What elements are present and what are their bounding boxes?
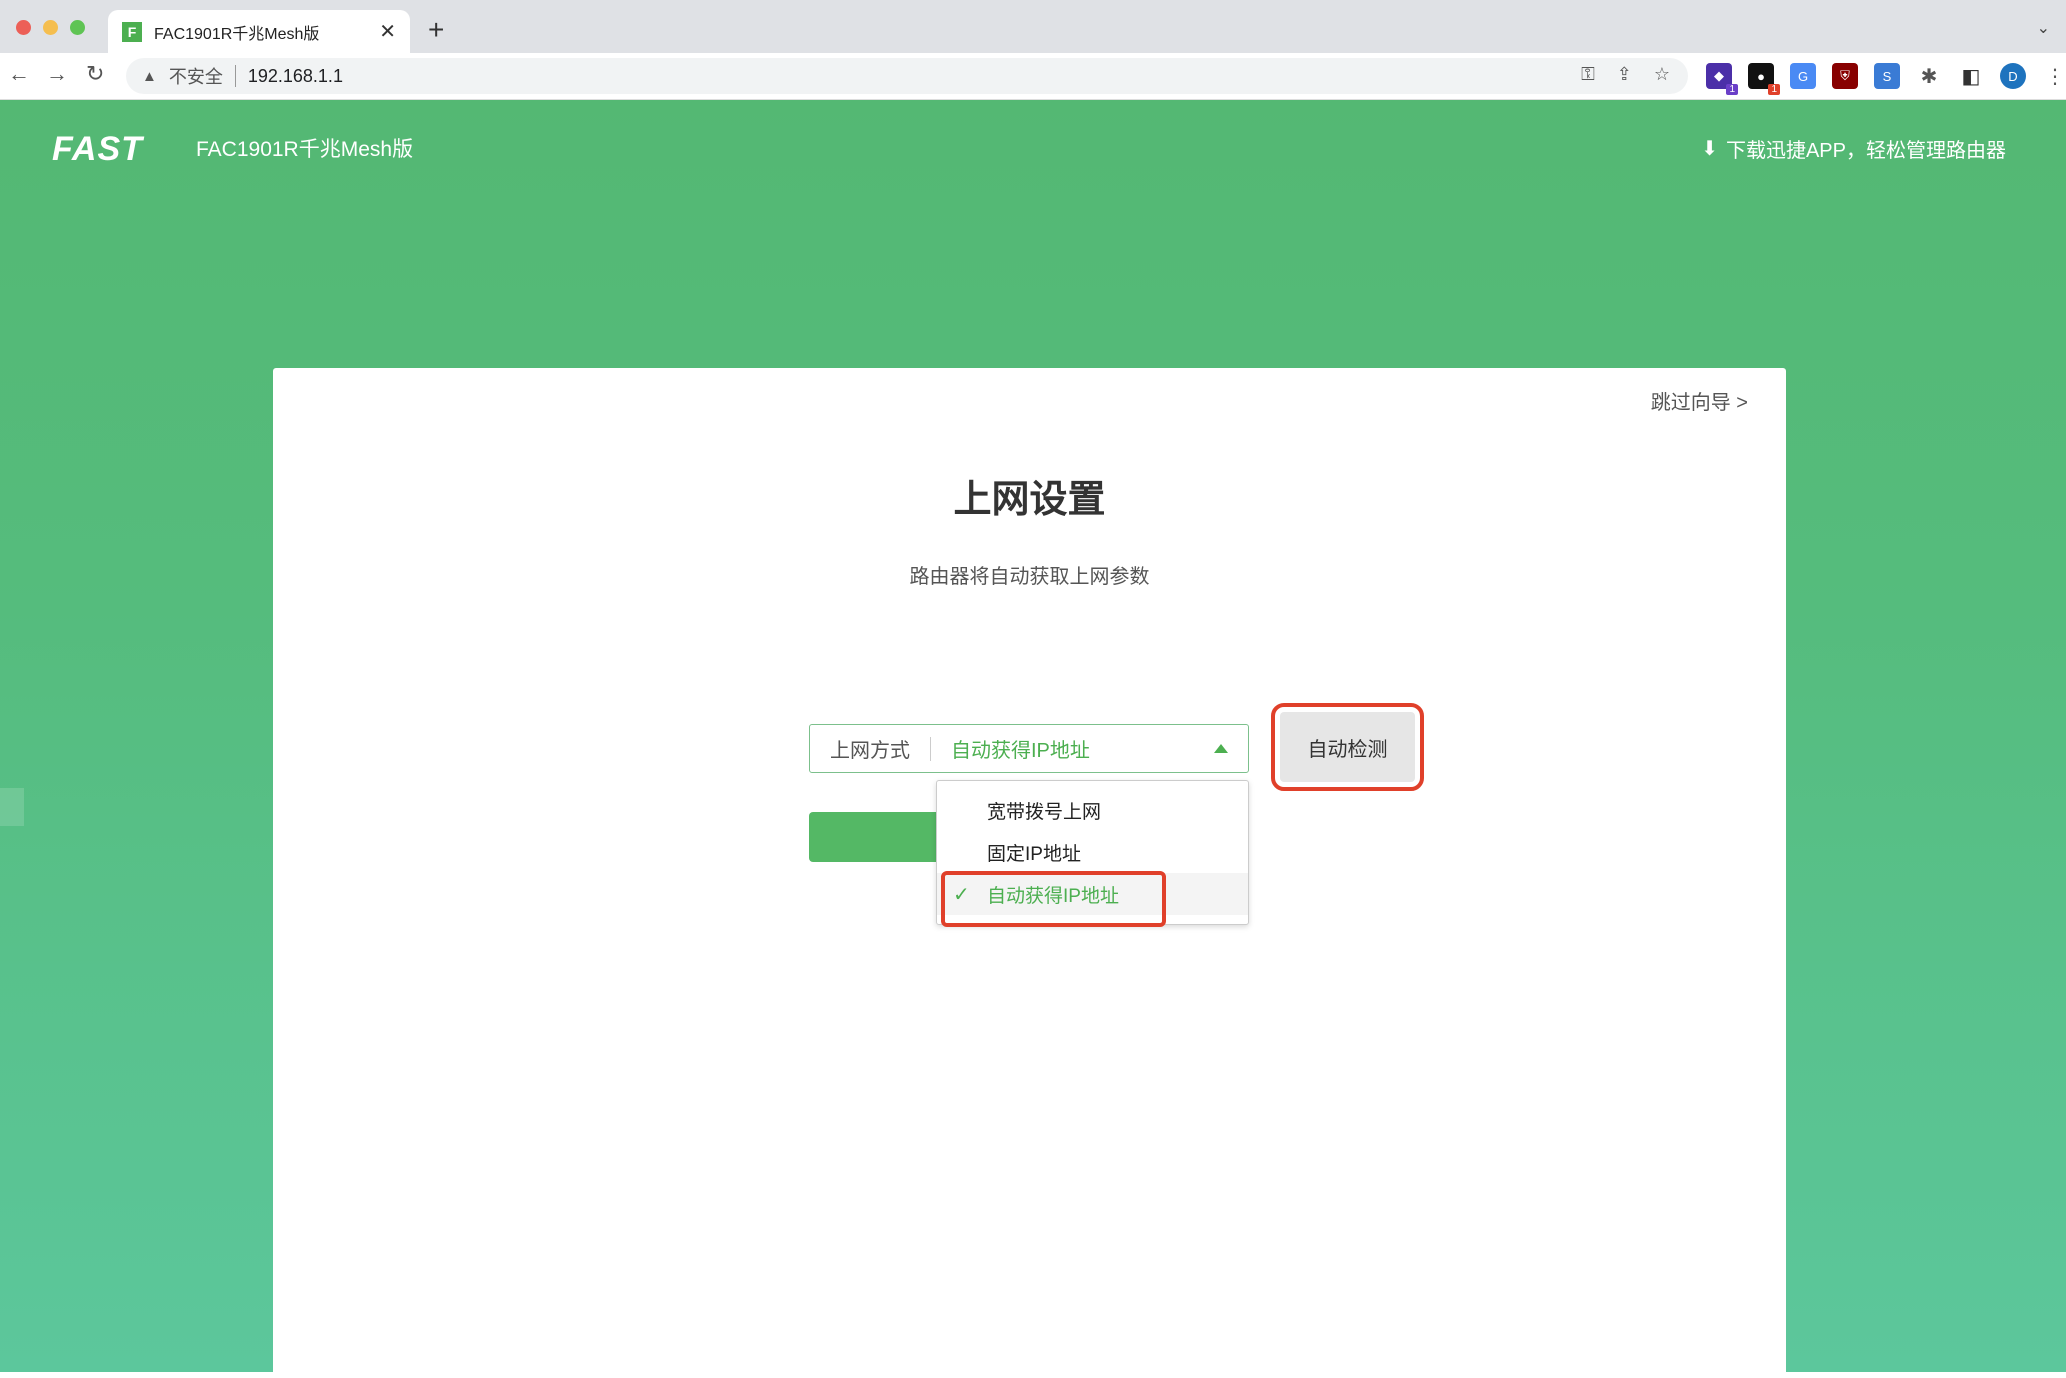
page-title: 上网设置	[953, 479, 1106, 521]
download-text: 下载迅捷APP，轻松管理路由器	[1725, 140, 2006, 162]
security-label: 不安全	[168, 67, 223, 87]
option-pppoe[interactable]: 宽带拨号上网	[937, 789, 1248, 831]
minimize-window-button[interactable]	[43, 20, 58, 35]
option-label: 宽带拨号上网	[987, 801, 1102, 823]
model-name: FAC1901R千兆Mesh版	[196, 138, 414, 161]
side-panel-icon[interactable]: ◧	[1958, 63, 1984, 89]
connection-type-select[interactable]: 上网方式 自动获得IP地址	[809, 724, 1249, 773]
caret-up-icon	[1214, 744, 1228, 753]
option-dhcp[interactable]: ✓ 自动获得IP地址	[937, 873, 1248, 915]
extension-layers-icon[interactable]: ◆ 1	[1706, 63, 1738, 95]
star-icon[interactable]: ☆	[1654, 64, 1670, 85]
browser-tab[interactable]: F FAC1901R千兆Mesh版 ✕	[108, 10, 410, 53]
download-icon: ⬇	[1701, 138, 1718, 160]
favicon-icon: F	[122, 21, 142, 42]
warning-icon: ▲	[142, 67, 157, 85]
divider	[234, 65, 236, 87]
menu-icon[interactable]: ⋮	[2042, 63, 2066, 89]
maximize-window-button[interactable]	[70, 20, 85, 35]
skip-wizard-link[interactable]: 跳过向导 >	[1651, 386, 1748, 415]
new-tab-button[interactable]: +	[428, 14, 444, 46]
window-controls	[16, 20, 85, 35]
router-page: FAST FAC1901R千兆Mesh版 ⬇ 下载迅捷APP，轻松管理路由器 跳…	[0, 100, 2066, 1378]
page-subtitle: 路由器将自动获取上网参数	[909, 566, 1150, 588]
divider	[930, 736, 931, 761]
setup-card: 跳过向导 > 上网设置 路由器将自动获取上网参数 上网方式 自动获得IP地址 自…	[273, 368, 1786, 1378]
option-label: 自动获得IP地址	[987, 885, 1119, 907]
extension-dark-icon[interactable]: ● 1	[1748, 63, 1780, 95]
badge: 1	[1726, 84, 1738, 95]
ublock-icon[interactable]: ⛨	[1832, 63, 1858, 89]
share-icon[interactable]: ⇪	[1617, 64, 1632, 85]
select-label: 上网方式	[830, 740, 910, 762]
option-label: 固定IP地址	[987, 843, 1081, 865]
s-extension-icon[interactable]: S	[1874, 63, 1900, 89]
url-text: 192.168.1.1	[247, 65, 343, 86]
tab-title: FAC1901R千兆Mesh版	[154, 25, 320, 43]
reload-icon[interactable]: ↻	[86, 61, 104, 87]
profile-avatar[interactable]: D	[2000, 63, 2026, 89]
google-translate-icon[interactable]: G	[1790, 63, 1816, 89]
select-value: 自动获得IP地址	[951, 740, 1090, 762]
fast-logo: FAST	[52, 130, 143, 168]
extensions-bar: ◆ 1 ● 1 G ⛨ S ✱ ◧ D ⋮	[1706, 63, 2066, 95]
browser-tab-bar: F FAC1901R千兆Mesh版 ✕ + ⌄	[0, 0, 2066, 53]
forward-icon[interactable]: →	[46, 61, 68, 87]
close-window-button[interactable]	[16, 20, 31, 35]
tab-search-chevron-icon[interactable]: ⌄	[2037, 18, 2050, 38]
check-icon: ✓	[953, 883, 970, 906]
badge: 1	[1768, 84, 1780, 95]
side-tab[interactable]	[0, 788, 24, 826]
connection-type-dropdown: 宽带拨号上网 固定IP地址 ✓ 自动获得IP地址	[936, 780, 1249, 927]
url-input[interactable]: ▲ 不安全 192.168.1.1 ⚿ ⇪ ☆	[126, 58, 1688, 94]
puzzle-icon[interactable]: ✱	[1916, 63, 1942, 89]
download-app-link[interactable]: ⬇ 下载迅捷APP，轻松管理路由器	[1701, 134, 2006, 163]
address-bar-row: ← → ↻ ▲ 不安全 192.168.1.1 ⚿ ⇪ ☆ ◆ 1 ● 1 G ⛨ …	[0, 53, 2066, 100]
close-tab-icon[interactable]: ✕	[379, 19, 396, 44]
auto-detect-button[interactable]: 自动检测	[1271, 703, 1424, 791]
option-static-ip[interactable]: 固定IP地址	[937, 831, 1248, 873]
key-icon[interactable]: ⚿	[1581, 64, 1595, 85]
back-icon[interactable]: ←	[8, 61, 30, 87]
